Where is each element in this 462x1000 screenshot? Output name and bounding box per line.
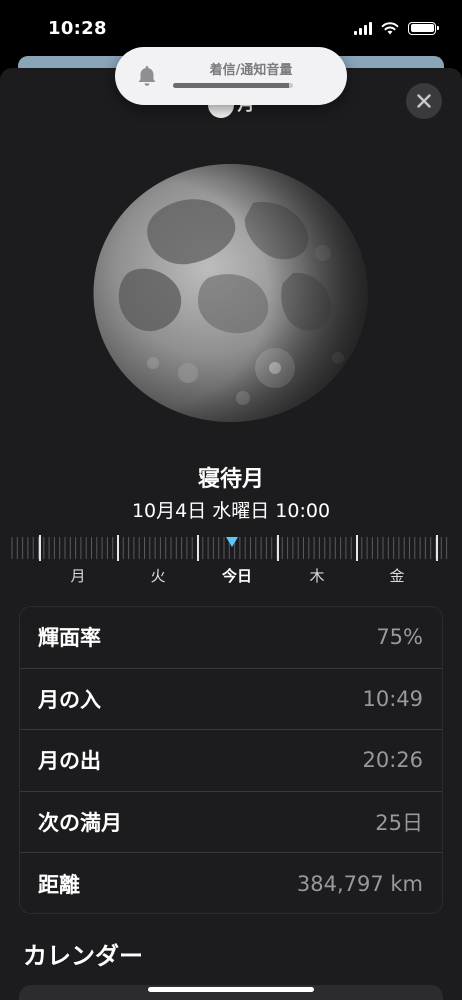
moon-info-card: 輝面率 75% 月の入 10:49 月の出 20:26 次の満月 25日距離 384,797 k… <box>19 606 443 914</box>
info-value: 25日 <box>375 811 423 836</box>
close-button[interactable] <box>406 83 442 119</box>
moon-phase-name: 寝待月 <box>197 467 264 492</box>
timeline-day-labels: 月 火 今日 木 金 <box>0 565 462 589</box>
close-icon <box>417 94 431 108</box>
info-row: 輝面率 75% <box>20 607 442 669</box>
bell-icon <box>138 66 156 86</box>
timeline-day-label[interactable]: 木 <box>297 565 337 586</box>
calendar-section-title: カレンダー <box>23 942 143 970</box>
timeline-day-label[interactable]: 火 <box>138 565 178 586</box>
info-label: 距離 <box>38 873 80 898</box>
info-row: 次の満月 25日 <box>20 792 442 854</box>
moon-detail-sheet: 月 寝待月 10月4日 水曜日 10:00 月 火 今日 木 金 輝面率 75%… <box>0 68 462 1000</box>
info-value: 384,797 km <box>296 872 423 897</box>
status-icons <box>354 21 439 35</box>
timeline-day-label[interactable]: 今日 <box>217 565 257 586</box>
timeline-day-label[interactable]: 月 <box>58 565 98 586</box>
info-label: 月の入 <box>38 687 101 712</box>
info-value: 75% <box>376 625 423 650</box>
timeline-day-label[interactable]: 金 <box>377 565 417 586</box>
status-time: 10:28 <box>48 18 107 39</box>
info-value: 10:49 <box>362 686 423 711</box>
cellular-signal-icon <box>354 21 372 35</box>
volume-hud: 着信/通知音量 <box>115 47 347 105</box>
moon-datetime: 10月4日 水曜日 10:00 <box>131 500 331 522</box>
battery-icon <box>408 21 439 35</box>
moon-image <box>93 164 368 422</box>
info-row: 月の入 10:49 <box>20 669 442 731</box>
hud-label: 着信/通知音量 <box>209 63 293 78</box>
wifi-icon <box>381 22 399 35</box>
volume-level-bar <box>173 83 293 88</box>
info-label: 輝面率 <box>38 626 101 651</box>
info-value: 20:26 <box>362 748 423 773</box>
current-position-marker-icon <box>226 537 238 547</box>
info-row: 月の出 20:26 <box>20 730 442 792</box>
timeline-scrubber[interactable] <box>10 533 452 563</box>
info-row: 距離 384,797 km <box>20 853 442 915</box>
info-label: 月の出 <box>38 749 101 774</box>
info-label: 次の満月 <box>38 811 122 836</box>
home-indicator[interactable] <box>148 987 314 992</box>
